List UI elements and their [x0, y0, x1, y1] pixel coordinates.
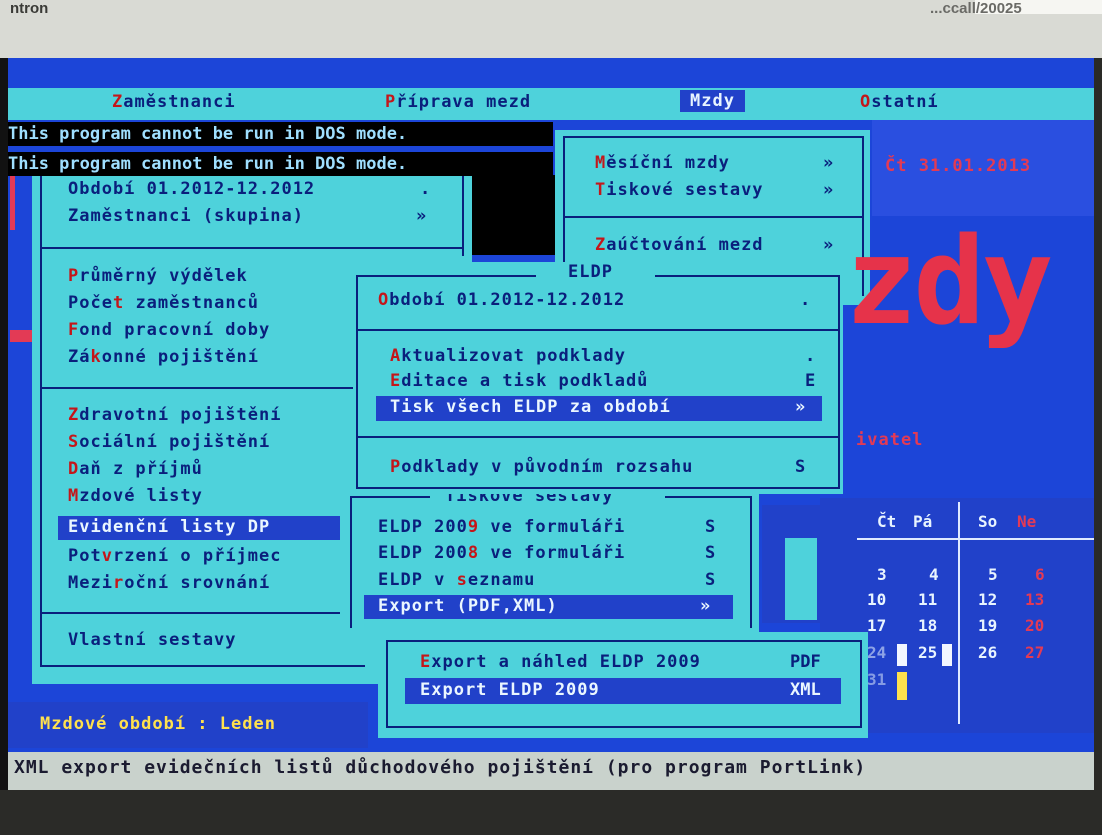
monitor-brand: ntron: [10, 0, 49, 17]
menu-mzdy[interactable]: Mzdy: [680, 90, 745, 112]
print-export-shortcut: »: [700, 596, 711, 616]
left-item-income-tax[interactable]: Daň z příjmů: [68, 459, 203, 479]
cal-day[interactable]: 11: [918, 590, 937, 609]
eldp-menu-title: ELDP: [568, 262, 613, 282]
cal-header: Čt: [877, 512, 897, 531]
cal-day[interactable]: 5: [988, 565, 998, 584]
cal-day[interactable]: 27: [1025, 643, 1044, 662]
eldp-item-edit-print[interactable]: Editace a tisk podkladů: [390, 371, 648, 391]
cal-day[interactable]: 3: [877, 565, 887, 584]
left-item-custom-reports[interactable]: Vlastní sestavy: [68, 630, 237, 650]
cal-marker: [942, 644, 952, 666]
left-item-statutory-insurance[interactable]: Zákonné pojištění: [68, 347, 259, 367]
left-employee-group[interactable]: Zaměstnanci (skupina): [68, 206, 304, 226]
left-item-average-earnings[interactable]: Průměrný výdělek: [68, 266, 248, 286]
mzdy-item-accounting[interactable]: Zaúčtování mezd: [595, 235, 764, 255]
mzdy-item-monthly[interactable]: Měsíční mzdy: [595, 153, 730, 173]
menu-priprava-mezd[interactable]: Příprava mezd: [385, 92, 531, 112]
left-item-employee-count[interactable]: Počet zaměstnanců: [68, 293, 259, 313]
left-period-shortcut: .: [420, 179, 431, 199]
eldp-print-all-shortcut: »: [795, 397, 806, 417]
cal-day[interactable]: 25: [918, 643, 937, 662]
eldp-source-shortcut: S: [795, 457, 806, 477]
cal-day[interactable]: 19: [978, 616, 997, 635]
shadow-block: [465, 175, 560, 255]
eldp-update-shortcut: .: [805, 346, 816, 366]
print-list-shortcut: S: [705, 570, 716, 590]
monitor-model: ...ccall/20025: [930, 0, 1022, 17]
cal-day[interactable]: 13: [1025, 590, 1044, 609]
cal-marker-today: [897, 672, 907, 700]
left-item-work-fund[interactable]: Fond pracovní doby: [68, 320, 270, 340]
current-date: Čt 31.01.2013: [885, 156, 1032, 176]
print-eldp2009-shortcut: S: [705, 517, 716, 537]
cal-day[interactable]: 20: [1025, 616, 1044, 635]
cal-day[interactable]: 18: [918, 616, 937, 635]
cal-header: So: [978, 512, 998, 531]
left-item-eldp[interactable]: Evidenční listy DP: [68, 517, 270, 537]
export-item-pdf[interactable]: Export a náhled ELDP 2009: [420, 652, 701, 672]
monitor-bezel-bottom: [0, 790, 1102, 835]
print-item-eldp2009[interactable]: ELDP 2009 ve formuláři: [378, 517, 625, 537]
left-item-payroll-sheets[interactable]: Mzdové listy: [68, 486, 203, 506]
calendar-header-line: [845, 538, 1094, 540]
mzdy-accounting-shortcut: »: [823, 235, 834, 255]
left-item-income-confirmation[interactable]: Potvrzení o příjmec: [68, 546, 282, 566]
user-label: ivatel: [856, 430, 924, 450]
print-item-list[interactable]: ELDP v seznamu: [378, 570, 535, 590]
dos-message-line: This program cannot be run in DOS mode.: [8, 152, 553, 176]
left-period[interactable]: Období 01.2012-12.2012: [68, 179, 315, 199]
print-item-export[interactable]: Export (PDF,XML): [378, 596, 558, 616]
edge-mark: [10, 170, 15, 230]
cal-day[interactable]: 4: [929, 565, 939, 584]
print-item-eldp2008[interactable]: ELDP 2008 ve formuláři: [378, 543, 625, 563]
menu-zamestnanci[interactable]: Zaměstnanci: [112, 92, 236, 112]
mzdy-print-shortcut: »: [823, 180, 834, 200]
cal-marker: [897, 644, 907, 666]
cal-day[interactable]: 24: [867, 643, 886, 662]
eldp-item-period[interactable]: Období 01.2012-12.2012: [378, 290, 625, 310]
cal-day[interactable]: 17: [867, 616, 886, 635]
bezel-left: [0, 58, 8, 835]
eldp-item-print-all[interactable]: Tisk všech ELDP za období: [390, 397, 671, 417]
status-bar-text: XML export evidečních listů důchodového …: [14, 757, 867, 778]
mzdy-item-print-reports[interactable]: Tiskové sestavy: [595, 180, 764, 200]
eldp-item-update[interactable]: Aktualizovat podklady: [390, 346, 626, 366]
cal-header: Pá: [913, 512, 933, 531]
cal-day[interactable]: 12: [978, 590, 997, 609]
cal-day[interactable]: 6: [1035, 565, 1045, 584]
eldp-period-shortcut: .: [800, 290, 811, 310]
left-item-year-comparison[interactable]: Meziroční srovnání: [68, 573, 270, 593]
dos-message-line: This program cannot be run in DOS mode.: [8, 122, 553, 146]
left-item-health-insurance[interactable]: Zdravotní pojištění: [68, 405, 281, 425]
left-item-social-insurance[interactable]: Sociální pojištění: [68, 432, 270, 452]
menu-ostatni[interactable]: Ostatní: [860, 92, 939, 112]
edge-mark: [10, 330, 32, 342]
cal-day[interactable]: 10: [867, 590, 886, 609]
ghost-panel: [785, 538, 817, 620]
export-xml-shortcut: XML: [790, 680, 821, 700]
eldp-edit-shortcut: E: [805, 371, 816, 391]
payroll-period: Mzdové období : Leden: [40, 714, 276, 734]
mzdy-monthly-shortcut: »: [823, 153, 834, 173]
print-eldp2008-shortcut: S: [705, 543, 716, 563]
app-logo: zdy: [845, 213, 1054, 352]
export-pdf-shortcut: PDF: [790, 652, 821, 672]
left-group-shortcut: »: [416, 206, 427, 226]
cal-header: Ne: [1017, 512, 1037, 531]
cal-day[interactable]: 26: [978, 643, 997, 662]
eldp-item-original-source[interactable]: Podklady v původním rozsahu: [390, 457, 693, 477]
cal-day[interactable]: 31: [867, 670, 886, 689]
export-item-xml[interactable]: Export ELDP 2009: [420, 680, 600, 700]
